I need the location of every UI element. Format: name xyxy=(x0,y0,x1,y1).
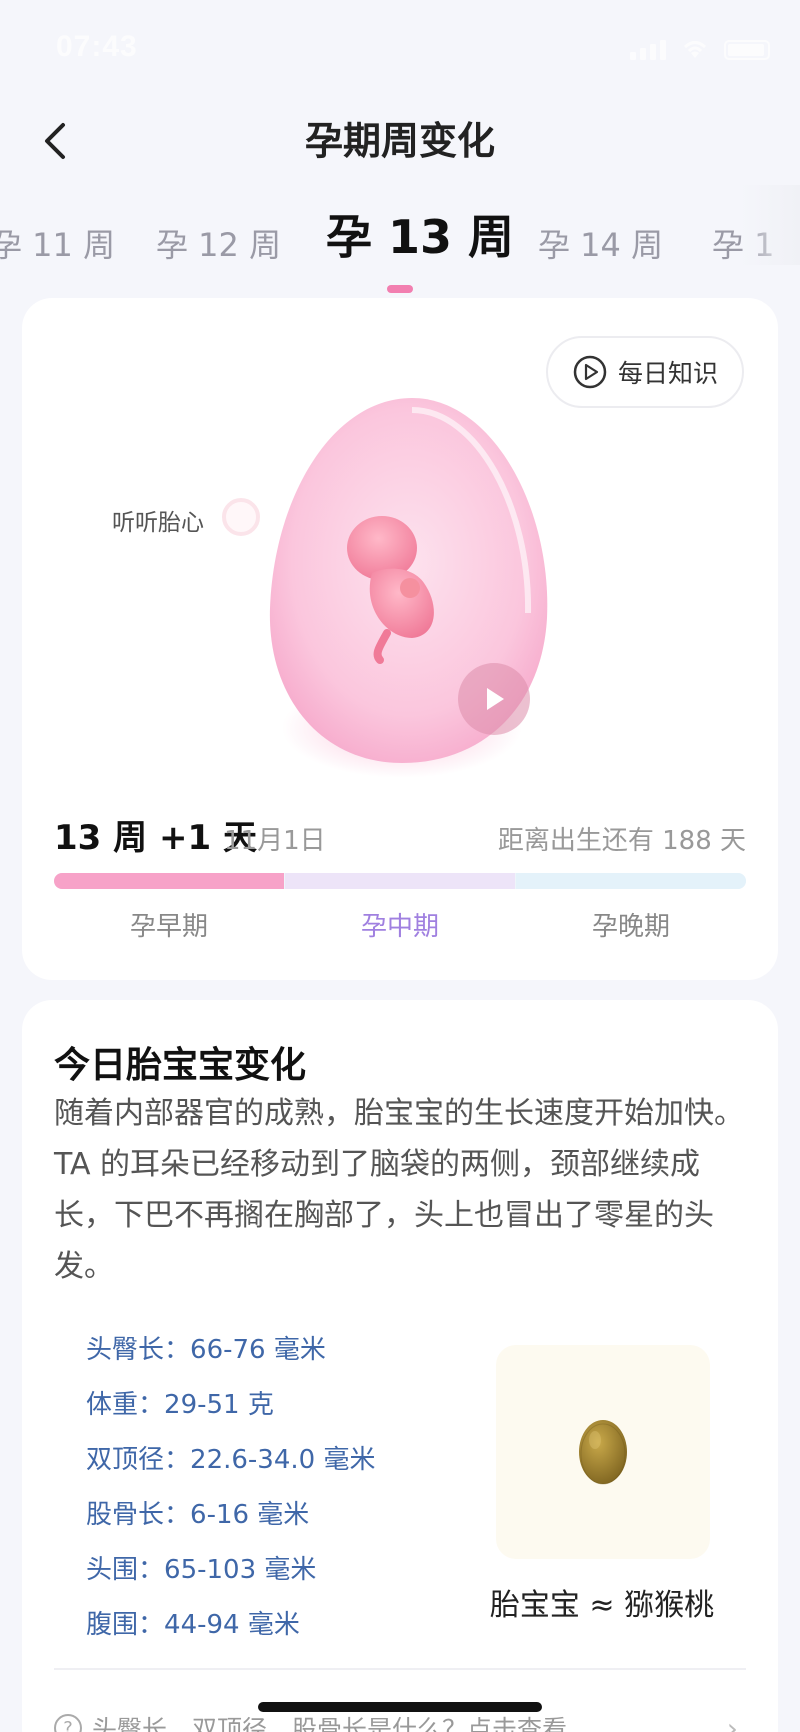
active-tab-indicator xyxy=(387,285,413,293)
metric-crown-rump: 头臀长 66-76 毫米 xyxy=(86,1320,375,1375)
fetus-card: 每日知识 听听胎心 13 周 +1 天 11月1日 距离出生还有 188 天 孕… xyxy=(22,298,778,980)
video-play-icon xyxy=(487,688,504,710)
tab-week-12[interactable]: 孕 12 周 xyxy=(156,215,281,275)
metric-femur: 股骨长 6-16 毫米 xyxy=(86,1485,375,1540)
metric-label: 头围 xyxy=(86,1549,164,1586)
page-title: 孕期周变化 xyxy=(304,119,495,163)
battery-icon xyxy=(724,40,770,60)
metric-label: 体重 xyxy=(86,1384,164,1421)
nav-bar: 孕期周变化 xyxy=(0,100,800,180)
metric-value: 44-94 毫米 xyxy=(164,1610,300,1640)
metric-value: 22.6-34.0 毫米 xyxy=(190,1445,376,1475)
phase-mid: 孕中期 xyxy=(360,912,439,942)
section-title: 今日胎宝宝变化 xyxy=(54,1045,307,1086)
daily-knowledge-button[interactable]: 每日知识 xyxy=(546,336,744,408)
week-tabs: 孕 11 周 孕 12 周 孕 13 周 孕 14 周 孕 1 xyxy=(0,205,800,295)
wifi-icon xyxy=(683,41,707,58)
fruit-comparison-image xyxy=(496,1345,710,1559)
pregnancy-phases: 孕早期 孕中期 孕晚期 xyxy=(54,906,746,946)
status-time: 07:43 xyxy=(56,30,138,63)
heartbeat-dot-icon[interactable] xyxy=(222,498,260,536)
metric-abdominal-circumference: 腹围 44-94 毫米 xyxy=(86,1595,375,1650)
pregnancy-days-row: 13 周 +1 天 11月1日 距离出生还有 188 天 xyxy=(54,810,746,866)
phase-early: 孕早期 xyxy=(129,912,208,942)
tab-week-11[interactable]: 孕 11 周 xyxy=(0,215,115,275)
status-bar: 07:43 xyxy=(0,0,800,100)
pregnancy-progress-bar xyxy=(54,873,746,889)
metric-weight: 体重 29-51 克 xyxy=(86,1375,375,1430)
metric-label: 腹围 xyxy=(86,1604,164,1641)
metric-bpd: 双顶径 22.6-34.0 毫米 xyxy=(86,1430,375,1485)
home-indicator[interactable] xyxy=(258,1702,542,1712)
divider xyxy=(54,1668,746,1670)
metrics-list: 头臀长 66-76 毫米 体重 29-51 克 双顶径 22.6-34.0 毫米… xyxy=(86,1320,375,1650)
faq-link[interactable]: ? 头臀长、双顶径、股骨长是什么？点击查看 xyxy=(54,1710,567,1732)
days-until-birth: 距离出生还有 188 天 xyxy=(497,826,746,856)
metric-label: 头臀长 xyxy=(86,1329,190,1366)
question-circle-icon: ? xyxy=(54,1714,82,1732)
fetus-illustration[interactable] xyxy=(262,388,562,788)
metric-value: 65-103 毫米 xyxy=(164,1555,317,1585)
metric-value: 66-76 毫米 xyxy=(190,1335,326,1365)
faq-text: 头臀长、双顶径、股骨长是什么？点击查看 xyxy=(92,1715,568,1732)
status-icons xyxy=(630,38,770,60)
progress-segment-late xyxy=(516,873,746,889)
chevron-right-icon[interactable]: › xyxy=(727,1712,738,1732)
metric-label: 股骨长 xyxy=(86,1494,190,1531)
play-circle-icon xyxy=(573,355,607,389)
metric-value: 29-51 克 xyxy=(164,1390,274,1420)
listen-heartbeat-label[interactable]: 听听胎心 xyxy=(112,503,204,537)
progress-segment-early xyxy=(54,873,284,889)
tab-week-13[interactable]: 孕 13 周 xyxy=(326,207,514,267)
progress-segment-mid xyxy=(285,873,515,889)
fruit-caption: 胎宝宝 ≈ 猕猴桃 xyxy=(489,1588,715,1623)
phase-late: 孕晚期 xyxy=(591,912,670,942)
daily-knowledge-label: 每日知识 xyxy=(617,359,718,388)
metric-value: 6-16 毫米 xyxy=(190,1500,310,1530)
current-date: 11月1日 xyxy=(224,826,326,856)
changes-description: 随着内部器官的成熟，胎宝宝的生长速度开始加快。TA 的耳朵已经移动到了脑袋的两侧… xyxy=(54,1096,744,1284)
tabs-fade-edge xyxy=(740,185,800,265)
metric-label: 双顶径 xyxy=(86,1439,190,1476)
kiwi-fruit-image xyxy=(579,1420,627,1485)
metric-head-circumference: 头围 65-103 毫米 xyxy=(86,1540,375,1595)
tab-week-14[interactable]: 孕 14 周 xyxy=(538,215,663,275)
video-play-button[interactable] xyxy=(458,663,530,735)
cellular-signal-icon xyxy=(630,40,666,60)
baby-changes-card: 今日胎宝宝变化 随着内部器官的成熟，胎宝宝的生长速度开始加快。TA 的耳朵已经移… xyxy=(22,1000,778,1732)
